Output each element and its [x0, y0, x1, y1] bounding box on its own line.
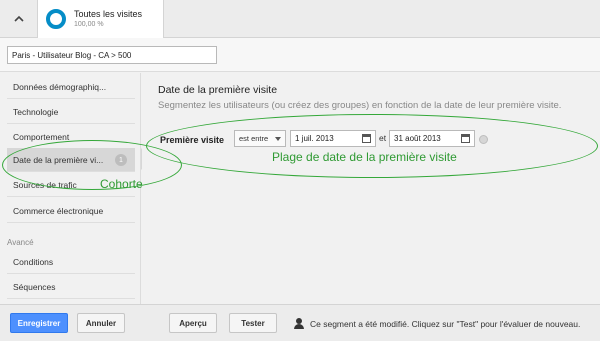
test-button[interactable]: Tester	[229, 313, 277, 333]
sidebar-item-demographics[interactable]: Données démographiq...	[7, 75, 135, 99]
cohort-annotation: Cohorte	[100, 177, 143, 191]
status-message: Ce segment a été modifié. Cliquez sur "T…	[310, 319, 581, 329]
save-button[interactable]: Enregistrer	[10, 313, 68, 333]
sidebar-item-ecommerce[interactable]: Commerce électronique	[7, 199, 135, 223]
page-title: Date de la première visite	[158, 84, 278, 96]
main-panel: Date de la première visite Segmentez les…	[142, 73, 600, 304]
cohort-highlight	[2, 140, 182, 190]
date-range-annotation: Plage de date de la première visite	[272, 150, 457, 164]
date-range-highlight	[146, 114, 598, 178]
sidebar-section-advanced: Avancé	[7, 238, 34, 247]
person-icon	[294, 318, 304, 329]
preview-button[interactable]: Aperçu	[169, 313, 217, 333]
segment-percent: 100,00 %	[74, 21, 104, 28]
segment-header-bar: Toutes les visites 100,00 %	[0, 0, 600, 38]
action-footer: Enregistrer Annuler Aperçu Tester Ce seg…	[0, 304, 600, 341]
chevron-up-icon	[13, 15, 24, 22]
segment-title: Toutes les visites	[74, 9, 143, 19]
collapse-button[interactable]	[0, 0, 38, 38]
page-description: Segmentez les utilisateurs (ou créez des…	[158, 100, 562, 111]
sidebar-item-sequences[interactable]: Séquences	[7, 275, 135, 299]
segment-name-input[interactable]	[7, 46, 217, 64]
sidebar-item-technology[interactable]: Technologie	[7, 100, 135, 124]
segment-ring-icon	[46, 9, 66, 29]
cancel-button[interactable]: Annuler	[77, 313, 125, 333]
segment-card[interactable]: Toutes les visites 100,00 %	[38, 0, 164, 38]
segment-name-area	[0, 38, 600, 72]
sidebar-item-conditions[interactable]: Conditions	[7, 250, 135, 274]
